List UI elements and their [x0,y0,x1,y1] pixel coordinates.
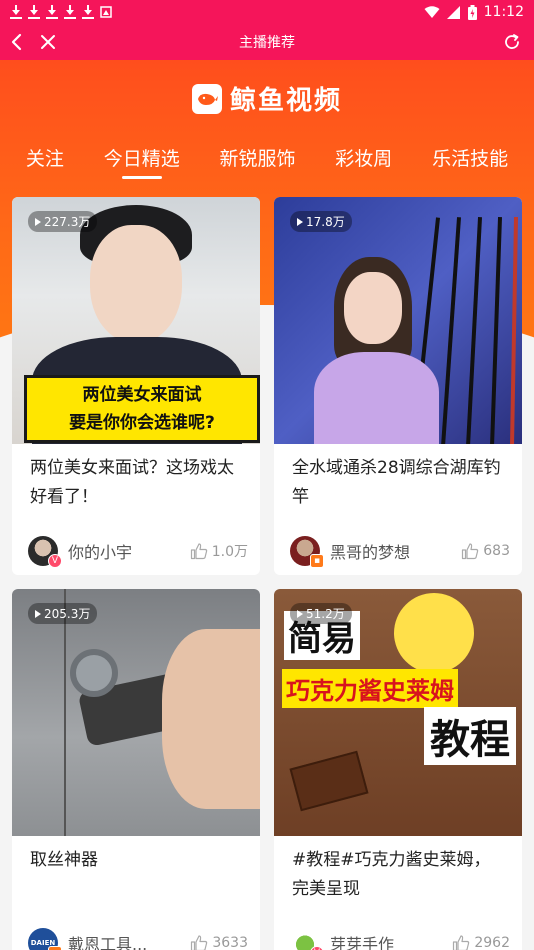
video-thumbnail[interactable]: 17.8万 [274,197,522,444]
thumbs-up-icon [461,542,479,560]
video-title[interactable]: 两位美女来面试？这场戏太好看了！ [12,444,260,522]
nav-bar: 主播推荐 [0,24,534,60]
wifi-icon [424,5,440,18]
avatar[interactable]: V [28,536,62,568]
battery-icon [467,4,477,20]
download-icon [64,5,76,19]
avatar[interactable]: ▪ [290,536,324,568]
page-title: 主播推荐 [239,35,295,51]
verified-badge-icon: V [48,554,62,568]
thumbnail-text: 巧克力酱史莱姆 [282,669,458,708]
brand-logo: 鲸鱼视频 [0,80,534,117]
like-count[interactable]: 683 [461,542,510,560]
card-meta: V 你的小宇 1.0万 [12,527,260,575]
like-count[interactable]: 1.0万 [190,541,248,561]
play-icon [297,609,303,618]
download-icon [28,5,40,19]
play-icon [297,217,303,226]
thumbnail-caption: 两位美女来面试 要是你你会选谁呢? [24,375,260,443]
like-count[interactable]: 2962 [452,934,510,950]
system-icons: 11:12 [424,4,524,20]
card-meta: ▪ 黑哥的梦想 683 [274,527,522,575]
tab-today-picks[interactable]: 今日精选 [100,140,184,179]
video-thumbnail[interactable]: 简易 巧克力酱史莱姆 教程 51.2万 [274,589,522,836]
thumbs-up-icon [452,934,470,950]
view-count-badge: 17.8万 [290,211,352,232]
thumbs-up-icon [190,542,208,560]
video-card[interactable]: 17.8万 全水域通杀28调综合湖库钓竿 ▪ 黑哥的梦想 683 [274,197,522,575]
play-icon [35,217,41,226]
view-count-badge: 227.3万 [28,211,98,232]
creator-badge-icon: ▪ [48,946,62,950]
play-icon [35,609,41,618]
author-name[interactable]: 你的小宇 [68,539,132,563]
refresh-button[interactable] [496,24,528,60]
refresh-icon [505,34,519,49]
video-title[interactable]: 取丝神器 [12,836,260,914]
brand-name: 鲸鱼视频 [229,86,342,116]
clock: 11:12 [483,4,524,20]
tab-new-fashion[interactable]: 新锐服饰 [215,140,299,179]
video-thumbnail[interactable]: 两位美女来面试 要是你你会选谁呢? 227.3万 [12,197,260,444]
author-name[interactable]: 芽芽手作 [330,931,394,950]
creator-badge-icon: ▪ [310,554,324,568]
video-card[interactable]: 两位美女来面试 要是你你会选谁呢? 227.3万 两位美女来面试？这场戏太好看了… [12,197,260,575]
video-title[interactable]: #教程#巧克力酱史莱姆，完美呈现 [274,836,522,914]
chevron-left-icon [11,33,22,51]
download-icon [82,5,94,19]
category-tabs: 关注 今日精选 新锐服饰 彩妆周 乐活技能 [0,140,534,179]
whale-logo-icon [191,83,222,114]
verified-badge-icon: V [310,946,324,950]
author-name[interactable]: 黑哥的梦想 [330,539,410,563]
video-card[interactable]: 简易 巧克力酱史莱姆 教程 51.2万 #教程#巧克力酱史莱姆，完美呈现 V 芽… [274,589,522,950]
signal-icon [446,5,460,19]
download-icon [10,5,22,19]
notification-icons [10,5,112,19]
video-grid: 两位美女来面试 要是你你会选谁呢? 227.3万 两位美女来面试？这场戏太好看了… [12,197,522,950]
thumbs-up-icon [190,934,208,950]
avatar[interactable]: DAIEN ▪ [28,928,62,950]
tab-follow[interactable]: 关注 [22,140,68,179]
thumbnail-text: 教程 [424,707,516,765]
video-title[interactable]: 全水域通杀28调综合湖库钓竿 [274,444,522,522]
card-meta: V 芽芽手作 2962 [274,919,522,950]
close-icon [41,35,55,49]
like-count[interactable]: 3633 [190,934,248,950]
close-button[interactable] [32,24,64,60]
tab-lifestyle-skills[interactable]: 乐活技能 [428,140,512,179]
back-button[interactable] [0,24,32,60]
author-name[interactable]: 戴恩工具... [68,931,147,950]
status-bar: 11:12 [0,0,534,24]
avatar[interactable]: V [290,928,324,950]
video-card[interactable]: 205.3万 取丝神器 DAIEN ▪ 戴恩工具... 3633 [12,589,260,950]
view-count-badge: 205.3万 [28,603,98,624]
view-count-badge: 51.2万 [290,603,352,624]
tab-makeup-week[interactable]: 彩妆周 [331,140,396,179]
video-thumbnail[interactable]: 205.3万 [12,589,260,836]
card-meta: DAIEN ▪ 戴恩工具... 3633 [12,919,260,950]
photo-notification-icon [100,6,112,18]
download-icon [46,5,58,19]
